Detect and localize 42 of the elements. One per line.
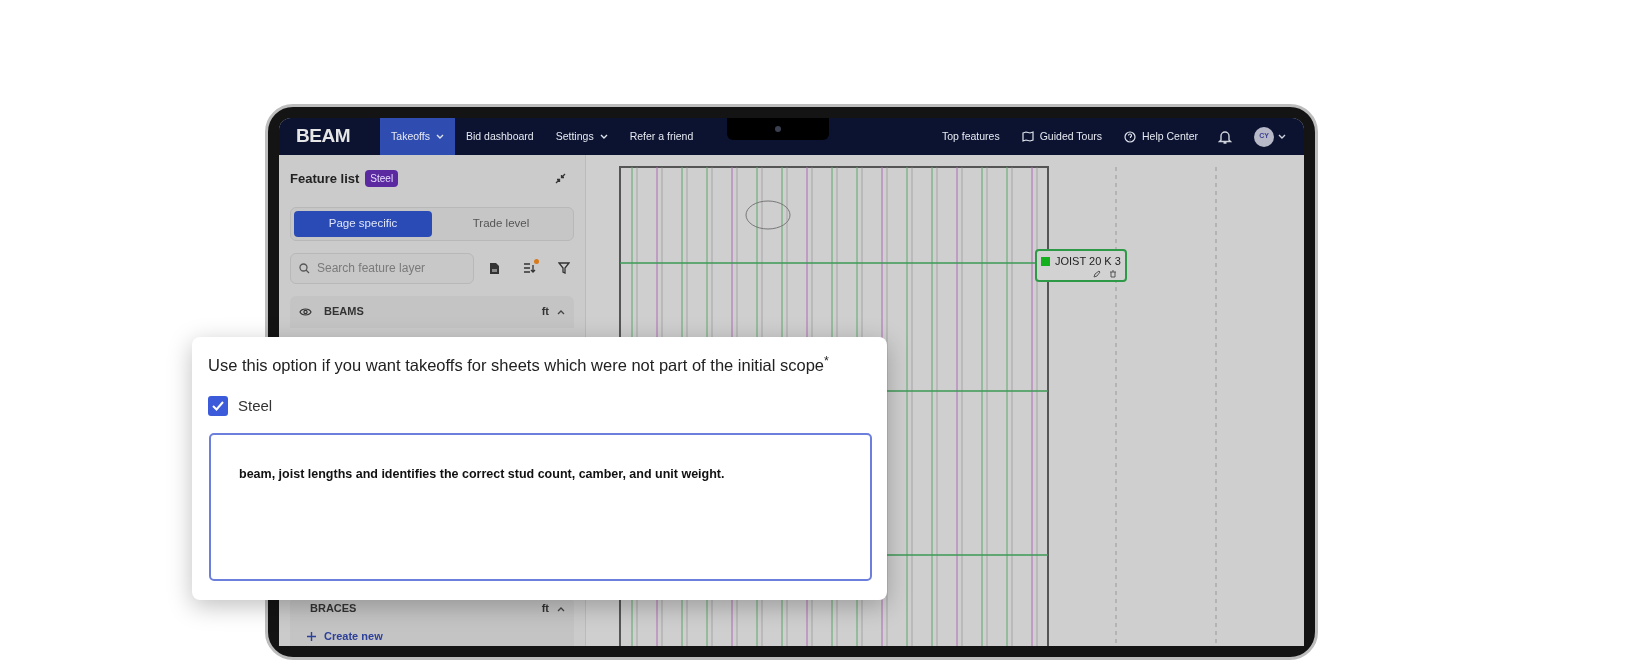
- color-swatch: [1041, 256, 1050, 266]
- nav-link[interactable]: Guided Tours: [1021, 128, 1102, 145]
- trash-icon[interactable]: [1108, 269, 1117, 278]
- map-icon: [1021, 131, 1034, 142]
- scope-tab[interactable]: Page specific: [294, 210, 432, 237]
- tag-label: JOIST 20 K 3: [1055, 254, 1121, 269]
- nav-tab[interactable]: Bid dashboard: [454, 118, 545, 155]
- chevron-icon[interactable]: [557, 308, 565, 315]
- layer-row[interactable]: BEAMS ft: [290, 295, 574, 328]
- scope-tab[interactable]: Trade level: [432, 210, 570, 237]
- unit-label: ft: [541, 304, 549, 320]
- document-icon[interactable]: [489, 261, 500, 275]
- nav-link[interactable]: Help Center: [1123, 128, 1198, 145]
- nav-tab[interactable]: Refer a friend: [618, 118, 705, 155]
- layer-name: BEAMS: [324, 304, 365, 320]
- help-icon: [1123, 130, 1136, 143]
- eye-icon[interactable]: [299, 306, 312, 317]
- chevron-icon[interactable]: [557, 605, 565, 612]
- prompt-text: Use this option if you want takeoffs for sheets which were not part of the initial scope$^{*}$: [208, 353, 830, 376]
- notification-bell-icon[interactable]: [1218, 128, 1232, 145]
- logo: BEAM: [296, 124, 351, 149]
- joist-tag[interactable]: JOIST 20 K 3: [1035, 249, 1127, 282]
- filter-icon[interactable]: [558, 262, 570, 274]
- checkbox[interactable]: [208, 396, 228, 416]
- notes-field[interactable]: beam, joist lengths and identifies the correct stud count, camber, and unit weight.: [209, 433, 872, 582]
- chevron-down-icon[interactable]: [1278, 133, 1286, 140]
- search-field[interactable]: Search feature layer: [290, 252, 474, 284]
- collapse-icon[interactable]: [555, 173, 566, 185]
- search-icon: [299, 262, 310, 274]
- create-new-link[interactable]: Create new: [290, 620, 574, 646]
- nav-link[interactable]: Top features: [941, 128, 1000, 145]
- layer-name: BRACES: [310, 601, 358, 617]
- sort-icon[interactable]: [523, 262, 536, 274]
- nav-tab[interactable]: Settings: [544, 118, 619, 155]
- unit-label: ft: [541, 601, 549, 617]
- checkmark-icon: [212, 401, 224, 411]
- panel-title: Feature list: [290, 170, 360, 188]
- plus-icon: [307, 632, 316, 641]
- nav-tab[interactable]: Takeoffs: [380, 118, 455, 155]
- checkbox-label: Steel: [238, 395, 273, 416]
- edit-icon[interactable]: [1092, 269, 1101, 278]
- trade-tag: Steel: [365, 170, 399, 188]
